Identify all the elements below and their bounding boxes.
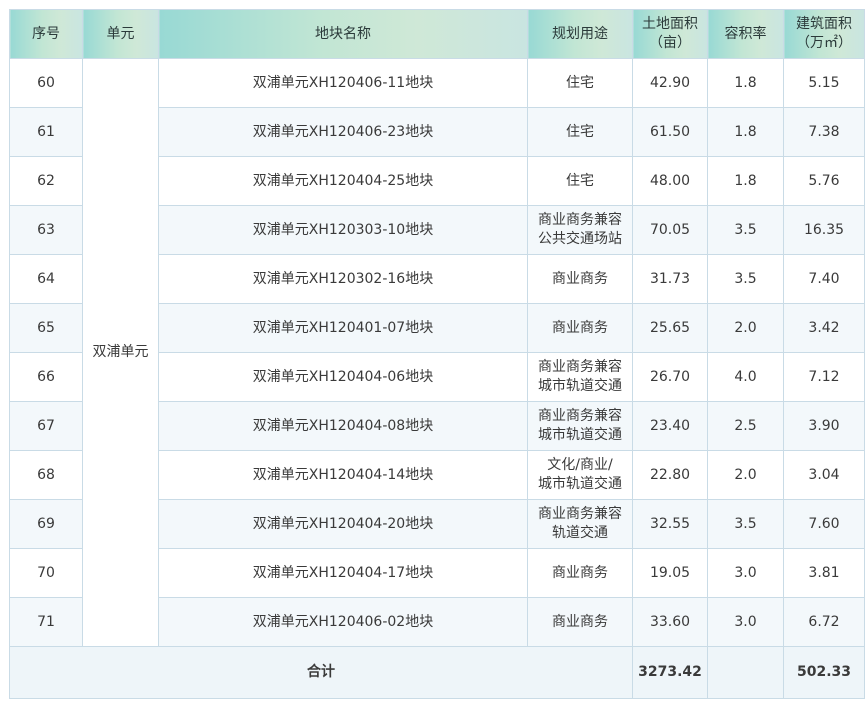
total-row: 合计 3273.42 502.33 [9, 646, 865, 699]
cell-plot-name: 双浦单元XH120404-17地块 [158, 548, 528, 598]
cell-far: 1.8 [707, 156, 784, 206]
cell-plot-name: 双浦单元XH120303-10地块 [158, 205, 528, 255]
cell-unit-name: 双浦单元 [82, 58, 159, 647]
cell-land-area: 48.00 [632, 156, 708, 206]
cell-land-area: 26.70 [632, 352, 708, 402]
cell-floor-area: 7.60 [783, 499, 865, 549]
cell-land-area: 25.65 [632, 303, 708, 353]
cell-land-area: 22.80 [632, 450, 708, 500]
cell-usage: 住宅 [527, 156, 633, 206]
cell-seq: 70 [9, 548, 83, 598]
cell-land-area: 32.55 [632, 499, 708, 549]
total-land-area: 3273.42 [632, 646, 708, 699]
cell-usage: 商业商务兼容 城市轨道交通 [527, 352, 633, 402]
cell-far: 3.5 [707, 254, 784, 304]
cell-land-area: 70.05 [632, 205, 708, 255]
cell-seq: 61 [9, 107, 83, 157]
cell-far: 2.0 [707, 303, 784, 353]
cell-seq: 64 [9, 254, 83, 304]
cell-seq: 65 [9, 303, 83, 353]
cell-plot-name: 双浦单元XH120401-07地块 [158, 303, 528, 353]
cell-usage: 商业商务 [527, 303, 633, 353]
cell-usage: 商业商务 [527, 254, 633, 304]
cell-floor-area: 3.81 [783, 548, 865, 598]
cell-seq: 68 [9, 450, 83, 500]
cell-far: 3.5 [707, 205, 784, 255]
total-floor-area: 502.33 [783, 646, 865, 699]
cell-seq: 69 [9, 499, 83, 549]
cell-plot-name: 双浦单元XH120406-11地块 [158, 58, 528, 108]
cell-far: 2.5 [707, 401, 784, 451]
cell-plot-name: 双浦单元XH120404-14地块 [158, 450, 528, 500]
table-body: 60 双浦单元 双浦单元XH120406-11地块 住宅 42.90 1.8 5… [9, 58, 865, 699]
cell-far: 4.0 [707, 352, 784, 402]
cell-seq: 71 [9, 597, 83, 647]
cell-usage: 住宅 [527, 107, 633, 157]
cell-plot-name: 双浦单元XH120406-02地块 [158, 597, 528, 647]
cell-far: 3.5 [707, 499, 784, 549]
cell-seq: 63 [9, 205, 83, 255]
table-row: 60 双浦单元 双浦单元XH120406-11地块 住宅 42.90 1.8 5… [9, 58, 865, 647]
cell-usage: 商业商务兼容 城市轨道交通 [527, 401, 633, 451]
cell-far: 1.8 [707, 107, 784, 157]
header-far: 容积率 [707, 9, 784, 59]
cell-floor-area: 3.04 [783, 450, 865, 500]
cell-floor-area: 7.38 [783, 107, 865, 157]
header-floor-area: 建筑面积 （万㎡） [783, 9, 865, 59]
cell-plot-name: 双浦单元XH120404-06地块 [158, 352, 528, 402]
table-header: 序号 单元 地块名称 规划用途 土地面积 （亩） 容积率 建筑面积 （万㎡） [9, 9, 865, 59]
cell-far: 1.8 [707, 58, 784, 108]
header-row: 序号 单元 地块名称 规划用途 土地面积 （亩） 容积率 建筑面积 （万㎡） [9, 9, 865, 59]
header-seq: 序号 [9, 9, 83, 59]
cell-land-area: 61.50 [632, 107, 708, 157]
header-usage: 规划用途 [527, 9, 633, 59]
cell-plot-name: 双浦单元XH120302-16地块 [158, 254, 528, 304]
cell-floor-area: 3.42 [783, 303, 865, 353]
cell-floor-area: 5.15 [783, 58, 865, 108]
cell-seq: 66 [9, 352, 83, 402]
cell-seq: 67 [9, 401, 83, 451]
total-label: 合计 [9, 646, 633, 699]
cell-usage: 商业商务 [527, 548, 633, 598]
header-land-area: 土地面积 （亩） [632, 9, 708, 59]
cell-usage: 商业商务 [527, 597, 633, 647]
land-parcel-table: 序号 单元 地块名称 规划用途 土地面积 （亩） 容积率 建筑面积 （万㎡） 6… [9, 9, 865, 699]
cell-land-area: 42.90 [632, 58, 708, 108]
cell-usage: 商业商务兼容 公共交通场站 [527, 205, 633, 255]
cell-usage: 文化/商业/ 城市轨道交通 [527, 450, 633, 500]
cell-floor-area: 16.35 [783, 205, 865, 255]
cell-far: 2.0 [707, 450, 784, 500]
cell-plot-name: 双浦单元XH120404-20地块 [158, 499, 528, 549]
cell-usage: 住宅 [527, 58, 633, 108]
cell-land-area: 31.73 [632, 254, 708, 304]
cell-plot-name: 双浦单元XH120404-25地块 [158, 156, 528, 206]
cell-land-area: 33.60 [632, 597, 708, 647]
cell-floor-area: 7.12 [783, 352, 865, 402]
header-unit: 单元 [82, 9, 159, 59]
cell-plot-name: 双浦单元XH120406-23地块 [158, 107, 528, 157]
cell-far: 3.0 [707, 548, 784, 598]
cell-land-area: 23.40 [632, 401, 708, 451]
cell-far: 3.0 [707, 597, 784, 647]
cell-floor-area: 3.90 [783, 401, 865, 451]
cell-seq: 62 [9, 156, 83, 206]
cell-floor-area: 5.76 [783, 156, 865, 206]
cell-usage: 商业商务兼容 轨道交通 [527, 499, 633, 549]
cell-seq: 60 [9, 58, 83, 108]
cell-floor-area: 6.72 [783, 597, 865, 647]
cell-plot-name: 双浦单元XH120404-08地块 [158, 401, 528, 451]
cell-land-area: 19.05 [632, 548, 708, 598]
total-far [707, 646, 784, 699]
header-plot-name: 地块名称 [158, 9, 528, 59]
cell-floor-area: 7.40 [783, 254, 865, 304]
